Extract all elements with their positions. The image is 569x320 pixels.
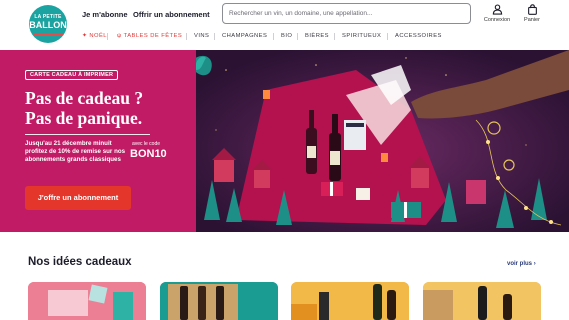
promo-code-label: avec le code [131, 141, 161, 147]
hero-divider [25, 134, 150, 135]
search-input[interactable] [229, 7, 465, 20]
hero-promo-text: Jusqu'au 21 décembre minuit profitez de … [25, 140, 126, 163]
gift-card-4-image [423, 282, 541, 320]
nav-item-vins[interactable]: VINS [194, 33, 209, 39]
christmas-scene-image [196, 50, 569, 232]
nav-item-champagnes[interactable]: CHAMPAGNES [222, 33, 267, 39]
nav-divider [334, 33, 335, 40]
logo-main-text: BALLON [29, 20, 67, 30]
hero-title-line-1: Pas de cadeau ? [25, 88, 144, 108]
offer-subscription-button[interactable]: J'offre un abonnement [25, 186, 131, 210]
subscribe-link[interactable]: Je m'abonne [82, 10, 128, 19]
see-more-label: voir plus [507, 261, 533, 267]
nav-divider [186, 33, 187, 40]
nav-item-bio[interactable]: BIO [281, 33, 292, 39]
gift-card-2-image [160, 282, 278, 320]
nav-divider [297, 33, 298, 40]
hero-banner: CARTE CADEAU À IMPRIMER Pas de cadeau ? … [0, 50, 569, 232]
hero-title: Pas de cadeau ? Pas de panique. [25, 88, 143, 128]
nav-item-noel[interactable]: ✦ NOËL [82, 33, 107, 39]
nav-divider [273, 33, 274, 40]
gift-ideas-title: Nos idées cadeaux [28, 256, 132, 268]
see-more-link[interactable]: voir plus › [507, 261, 536, 267]
account-button[interactable]: Connexion [477, 4, 517, 23]
cutlery-icon: ψ [117, 33, 122, 39]
hero-title-line-2: Pas de panique. [25, 108, 143, 128]
nav-item-bieres[interactable]: BIÈRES [305, 33, 329, 39]
cart-button[interactable]: Panier [512, 4, 552, 23]
search-box[interactable] [222, 3, 471, 24]
nav-item-accessoires[interactable]: ACCESSOIRES [395, 33, 442, 39]
nav-item-label: NOËL [89, 33, 107, 39]
gift-card-2[interactable] [160, 282, 278, 320]
gift-card-badge: CARTE CADEAU À IMPRIMER [25, 70, 119, 80]
promo-code: avec le code BON10 [130, 141, 167, 160]
gift-card-1[interactable] [28, 282, 146, 320]
star-icon: ✦ [82, 33, 88, 39]
nav-divider [214, 33, 215, 40]
gift-card-3[interactable] [291, 282, 409, 320]
gift-card-1-image [28, 282, 146, 320]
hero-illustration [196, 50, 569, 232]
account-label: Connexion [483, 17, 511, 23]
chevron-right-icon: › [533, 261, 536, 267]
nav-item-spiritueux[interactable]: SPIRITUEUX [342, 33, 381, 39]
promo-code-value: BON10 [130, 148, 167, 160]
gift-card-4[interactable] [423, 282, 541, 320]
site-header: LA PETITE BALLON Je m'abonne Offrir un a… [0, 0, 569, 50]
user-icon [492, 4, 502, 15]
nav-item-tables-de-fetes[interactable]: ψ TABLES DE FÊTES [117, 33, 182, 39]
hero-text-panel: CARTE CADEAU À IMPRIMER Pas de cadeau ? … [0, 50, 200, 232]
gift-card-3-image [291, 282, 409, 320]
site-logo[interactable]: LA PETITE BALLON [29, 5, 67, 43]
bag-icon [527, 4, 537, 15]
logo-band [33, 33, 63, 36]
nav-divider [107, 33, 108, 40]
gift-subscription-link[interactable]: Offrir un abonnement [133, 10, 210, 19]
cart-label: Panier [524, 17, 540, 23]
nav-divider [387, 33, 388, 40]
nav-item-label: TABLES DE FÊTES [123, 33, 183, 39]
